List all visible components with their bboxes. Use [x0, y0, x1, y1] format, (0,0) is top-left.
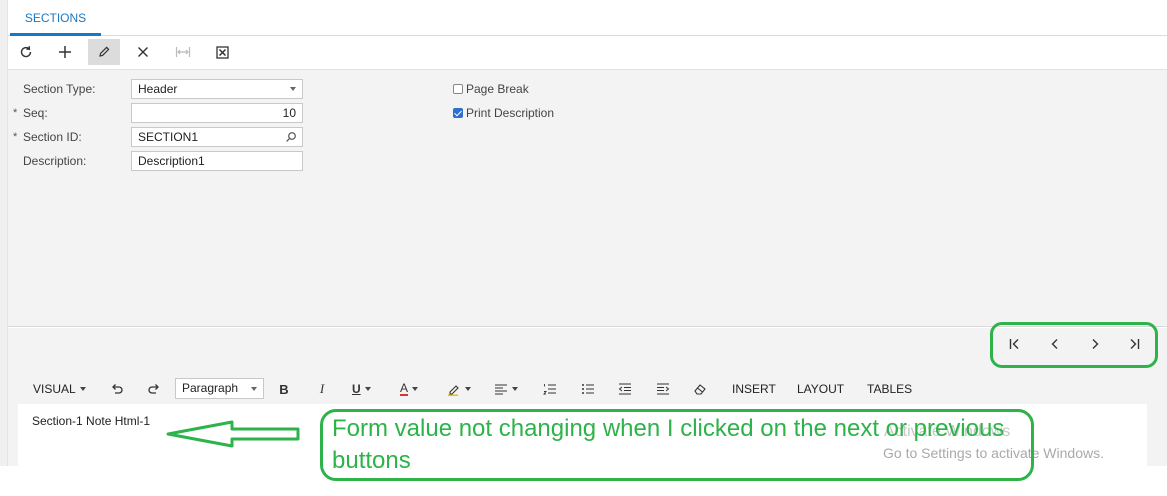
- bullet-list-icon: [582, 384, 594, 394]
- annotation-text: Form value not changing when I clicked o…: [332, 415, 1005, 474]
- indent-button[interactable]: [655, 379, 671, 399]
- section-type-value: Header: [138, 82, 178, 96]
- chevron-down-icon: [79, 387, 86, 391]
- toolbar: [8, 36, 1167, 70]
- font-color-icon: A: [400, 381, 409, 396]
- highlighter-icon: [448, 384, 459, 396]
- clear-format-button[interactable]: [692, 379, 708, 399]
- bold-button[interactable]: B: [276, 379, 292, 399]
- editor-content: Section-1 Note Html-1: [32, 414, 151, 428]
- fit-width-button[interactable]: [167, 39, 199, 65]
- italic-button[interactable]: I: [314, 379, 330, 399]
- underline-icon: U: [352, 382, 361, 396]
- insert-menu-button[interactable]: INSERT: [732, 379, 776, 399]
- undo-button[interactable]: [108, 379, 126, 399]
- seq-input[interactable]: 10: [131, 103, 303, 123]
- eraser-icon: [694, 384, 706, 395]
- page-break-checkbox[interactable]: [453, 84, 463, 94]
- align-left-icon: [495, 384, 507, 395]
- redo-icon: [148, 384, 159, 394]
- align-button[interactable]: [494, 379, 518, 399]
- chevron-down-icon: [465, 387, 471, 391]
- tab-bar: SECTIONS: [8, 0, 1167, 36]
- description-label: Description:: [23, 154, 87, 168]
- refresh-button[interactable]: [10, 39, 42, 65]
- indent-icon: [657, 383, 670, 395]
- section-id-input[interactable]: SECTION1: [131, 127, 303, 147]
- excel-icon: [215, 45, 229, 59]
- pencil-icon: [99, 46, 110, 57]
- paragraph-format-select[interactable]: Paragraph: [175, 378, 264, 399]
- chevron-down-icon: [251, 387, 257, 391]
- visual-mode-button[interactable]: VISUAL: [33, 379, 86, 399]
- highlight-button[interactable]: [447, 379, 471, 399]
- visual-mode-label: VISUAL: [33, 382, 76, 396]
- section-id-required-marker: *: [13, 131, 18, 143]
- print-description-label: Print Description: [466, 106, 555, 120]
- section-type-select[interactable]: Header: [131, 79, 303, 99]
- fit-width-icon: [175, 47, 191, 57]
- search-icon[interactable]: [285, 131, 297, 143]
- section-id-value: SECTION1: [138, 130, 199, 144]
- numbered-list-icon: [543, 384, 556, 395]
- underline-button[interactable]: U: [352, 379, 371, 399]
- tables-menu-button[interactable]: TABLES: [867, 379, 912, 399]
- page-break-label: Page Break: [466, 82, 529, 96]
- edit-button[interactable]: [88, 39, 120, 65]
- section-id-label: Section ID:: [23, 130, 82, 144]
- outdent-button[interactable]: [617, 379, 633, 399]
- paragraph-format-value: Paragraph: [182, 381, 239, 395]
- tab-sections[interactable]: SECTIONS: [10, 0, 101, 36]
- app-frame: SECTIONS Section Type: Header * Seq: 10 …: [0, 0, 1167, 496]
- description-input[interactable]: Description1: [131, 151, 303, 171]
- chevron-down-icon: [364, 387, 371, 391]
- add-button[interactable]: [49, 39, 81, 65]
- annotation-arrow-icon: [166, 420, 300, 448]
- numbered-list-button[interactable]: [542, 379, 558, 399]
- redo-button[interactable]: [145, 379, 163, 399]
- pager-highlight-outline: [990, 322, 1158, 368]
- refresh-icon: [20, 46, 32, 58]
- chevron-down-icon: [412, 387, 419, 391]
- layout-menu-button[interactable]: LAYOUT: [797, 379, 844, 399]
- left-strip: [0, 0, 8, 466]
- undo-icon: [112, 384, 123, 394]
- font-color-button[interactable]: A: [400, 379, 419, 399]
- export-excel-button[interactable]: [206, 39, 238, 65]
- close-icon: [138, 47, 148, 57]
- section-form: Section Type: Header * Seq: 10 * Section…: [8, 70, 1167, 327]
- delete-button[interactable]: [127, 39, 159, 65]
- bullet-list-button[interactable]: [580, 379, 596, 399]
- print-description-checkbox[interactable]: [453, 108, 463, 118]
- outdent-icon: [618, 383, 631, 395]
- seq-required-marker: *: [13, 107, 18, 119]
- seq-label: Seq:: [23, 106, 48, 120]
- plus-icon: [59, 46, 71, 58]
- section-type-label: Section Type:: [23, 82, 96, 96]
- chevron-down-icon: [290, 87, 296, 91]
- chevron-down-icon: [512, 387, 518, 391]
